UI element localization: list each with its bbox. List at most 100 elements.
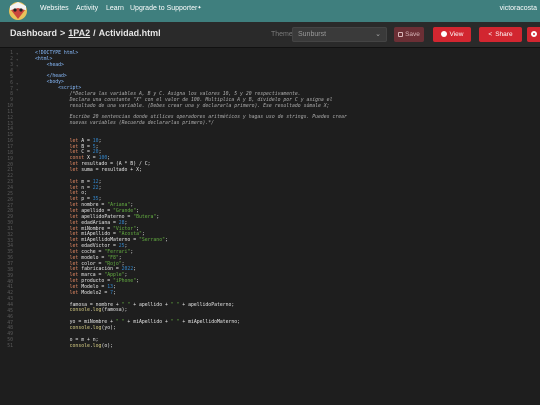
line-number-text: 24 bbox=[7, 185, 13, 191]
line-number-text: 20 bbox=[7, 162, 13, 168]
code-token: ; bbox=[124, 220, 128, 226]
code-token: <script> bbox=[58, 86, 82, 92]
code-token: ; bbox=[136, 226, 139, 232]
code-token: console bbox=[69, 308, 90, 314]
code-token: ; bbox=[98, 179, 102, 185]
theme-select[interactable]: Sunburst ⌄ bbox=[292, 27, 387, 42]
nav-link-learn[interactable]: Learn bbox=[106, 5, 124, 12]
code-token: "Acosta" bbox=[118, 232, 142, 238]
code-line: console.log(famosa); bbox=[35, 308, 128, 314]
sparkle-icon: ✦ bbox=[197, 5, 202, 11]
line-number-text: 18 bbox=[7, 150, 13, 156]
breadcrumb: Dashboard >1PA2/Actividad.html bbox=[10, 28, 161, 38]
code-token: Modelo = bbox=[78, 285, 108, 290]
code-token: /*Declara las variables A, B y C. Asigna… bbox=[35, 91, 301, 97]
line-number-text: 34 bbox=[7, 244, 13, 250]
share-label: Share bbox=[495, 31, 513, 38]
save-button[interactable]: Save bbox=[394, 27, 424, 42]
nav-link-websites[interactable]: Websites bbox=[40, 5, 69, 12]
code-token: " " bbox=[115, 320, 125, 326]
code-token: ; bbox=[130, 249, 134, 255]
line-number-text: 46 bbox=[7, 314, 13, 320]
nav-link-upgrade[interactable]: Upgrade to Supporter✦ bbox=[130, 5, 202, 12]
line-number-text: 1 bbox=[10, 51, 13, 57]
code-token: ; bbox=[130, 203, 134, 209]
line-number-text: 37 bbox=[7, 262, 13, 268]
code-token: coche = bbox=[78, 249, 105, 255]
line-number: 51 bbox=[0, 344, 28, 350]
fold-toggle-icon[interactable]: ▾ bbox=[16, 87, 18, 92]
breadcrumb-separator: > bbox=[60, 28, 66, 38]
line-number-text: 21 bbox=[7, 168, 13, 174]
settings-button[interactable] bbox=[527, 27, 540, 42]
fold-toggle-icon[interactable]: ▾ bbox=[16, 81, 18, 86]
code-token: miNombre = bbox=[78, 226, 113, 232]
site-logo-icon[interactable] bbox=[2, 0, 34, 22]
code-line: <head> bbox=[35, 63, 64, 69]
breadcrumb-dashboard[interactable]: Dashboard bbox=[10, 28, 57, 38]
share-button[interactable]: < Share bbox=[479, 27, 522, 42]
code-token: + miApellido + bbox=[124, 320, 171, 326]
line-number-text: 41 bbox=[7, 285, 13, 291]
fold-toggle-icon[interactable]: ▾ bbox=[16, 57, 18, 62]
save-label: Save bbox=[405, 31, 420, 38]
code-token: (yo); bbox=[101, 325, 116, 331]
code-editor[interactable]: 1 ▾ 2 ▾ 3 ▾ 4 5 6 ▾ 7 ▾ 8 9 10 11 12 13 14 15 16 17 18 19 20 21 22… bbox=[0, 48, 540, 405]
code-token: edadAriana = bbox=[78, 220, 119, 226]
code-token: ; bbox=[133, 267, 137, 273]
line-number-text: 31 bbox=[7, 226, 13, 232]
code-token: resultado de una variable. (Debes crear … bbox=[35, 103, 330, 109]
line-number-text: 50 bbox=[7, 338, 13, 344]
code-token: marca = bbox=[78, 273, 105, 279]
code-token: X = bbox=[84, 156, 99, 162]
code-token: ; bbox=[156, 214, 160, 220]
code-token: m = bbox=[78, 179, 93, 185]
line-number-text: 33 bbox=[7, 238, 13, 244]
line-number-text: 49 bbox=[7, 332, 13, 338]
line-number-text: 4 bbox=[10, 68, 13, 74]
line-number-text: 27 bbox=[7, 203, 13, 209]
username-menu[interactable]: victoracosta bbox=[500, 5, 537, 12]
editor-header: Dashboard >1PA2/Actividad.html Theme: Sun… bbox=[0, 22, 540, 48]
line-number-text: 5 bbox=[10, 74, 13, 80]
code-token: ; bbox=[95, 144, 99, 150]
code-token: "Apple" bbox=[104, 273, 125, 279]
code-token: "Ferrari" bbox=[104, 249, 131, 255]
code-token: (o); bbox=[101, 343, 113, 349]
line-number-text: 9 bbox=[10, 98, 13, 104]
breadcrumb-folder[interactable]: 1PA2 bbox=[68, 28, 90, 38]
code-token: famosa = nombre + bbox=[35, 302, 122, 308]
view-button[interactable]: View bbox=[433, 27, 471, 42]
top-navigation: Websites Activity Learn Upgrade to Suppo… bbox=[0, 0, 540, 22]
nav-link-activity[interactable]: Activity bbox=[76, 5, 98, 12]
code-token: Escribe 20 sentencias donde utilices ope… bbox=[35, 115, 347, 121]
code-token: </head> bbox=[46, 74, 67, 80]
line-number-text: 42 bbox=[7, 291, 13, 297]
upgrade-label: Upgrade to Supporter bbox=[130, 5, 198, 12]
code-token: 100 bbox=[98, 156, 108, 162]
code-token: <body> bbox=[46, 80, 64, 86]
code-token: " " bbox=[121, 302, 131, 308]
line-number-text: 7 bbox=[10, 86, 13, 92]
code-token: ; bbox=[113, 285, 116, 290]
line-number-text: 39 bbox=[7, 273, 13, 279]
line-number-text: 13 bbox=[7, 121, 13, 127]
code-token: o = m + n; bbox=[35, 337, 99, 343]
line-number-text: 17 bbox=[7, 145, 13, 151]
line-number-text: 6 bbox=[10, 80, 13, 86]
code-token: "Víctor" bbox=[112, 226, 137, 232]
line-number-text: 35 bbox=[7, 250, 13, 256]
line-number-text: 3 bbox=[10, 63, 13, 69]
fold-toggle-icon[interactable]: ▾ bbox=[16, 63, 18, 68]
fold-toggle-icon[interactable]: ▾ bbox=[16, 51, 18, 56]
code-token: const bbox=[69, 156, 85, 162]
code-token: yo = miNombre + bbox=[35, 320, 116, 326]
